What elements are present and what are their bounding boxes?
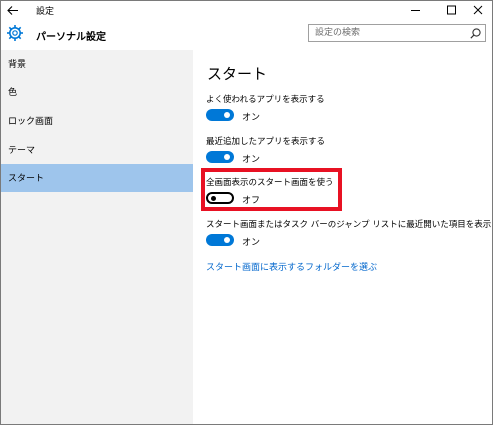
- toggle-state: オン: [242, 113, 261, 123]
- toggle-most-used-apps[interactable]: [206, 109, 234, 121]
- sidebar: 背景 色 ロック画面 テーマ スタート: [1, 50, 193, 424]
- page-section-title: パーソナル設定: [36, 32, 106, 43]
- setting-label-most-used: よく使われるアプリを表示する: [206, 95, 325, 105]
- close-icon[interactable]: [463, 1, 493, 20]
- setting-label-recently-added: 最近追加したアプリを表示する: [206, 137, 326, 147]
- content-title: スタート: [207, 65, 268, 83]
- setting-label-jump-list-recent: スタート画面またはタスク バーのジャンプ リストに最近開いた項目を表示する: [206, 220, 493, 230]
- toggle-recently-added-apps[interactable]: [206, 151, 234, 163]
- sidebar-item-colors[interactable]: 色: [1, 78, 193, 106]
- toggle-full-screen-start[interactable]: [206, 192, 234, 204]
- toggle-state: オフ: [242, 196, 261, 206]
- toggle-state: オン: [242, 155, 261, 165]
- sidebar-item-label: 背景: [8, 60, 27, 70]
- sidebar-item-label: スタート: [8, 174, 45, 184]
- toggle-jump-list-recent-items[interactable]: [206, 234, 234, 246]
- toggle-state: オン: [242, 238, 261, 248]
- window-title: 設定: [36, 7, 55, 17]
- minimize-icon[interactable]: [401, 1, 431, 20]
- search-icon[interactable]: [470, 28, 481, 39]
- sidebar-item-lock-screen[interactable]: ロック画面: [1, 107, 193, 135]
- search-box[interactable]: [308, 24, 486, 42]
- sidebar-item-background[interactable]: 背景: [1, 50, 193, 78]
- search-input[interactable]: [309, 25, 465, 41]
- setting-label-full-screen-start: 全画面表示のスタート画面を使う: [206, 178, 334, 188]
- settings-window: 設定 パーソナル設定 設定の検索 背景 色 ロック画面 テーマ スタート スター…: [0, 0, 493, 425]
- sidebar-item-themes[interactable]: テーマ: [1, 136, 193, 164]
- sidebar-item-start[interactable]: スタート: [1, 164, 193, 192]
- sidebar-item-label: テーマ: [8, 146, 36, 156]
- main-content: スタート よく使われるアプリを表示する オン 最近追加したアプリを表示する オン…: [193, 50, 492, 424]
- choose-folders-link[interactable]: スタート画面に表示するフォルダーを選ぶ: [206, 260, 377, 273]
- back-arrow-icon[interactable]: [5, 3, 21, 18]
- sidebar-item-label: ロック画面: [8, 117, 54, 127]
- sidebar-item-label: 色: [8, 88, 18, 98]
- title-bar: 設定: [1, 1, 492, 20]
- settings-header: パーソナル設定: [1, 20, 492, 50]
- gear-icon: [7, 25, 23, 41]
